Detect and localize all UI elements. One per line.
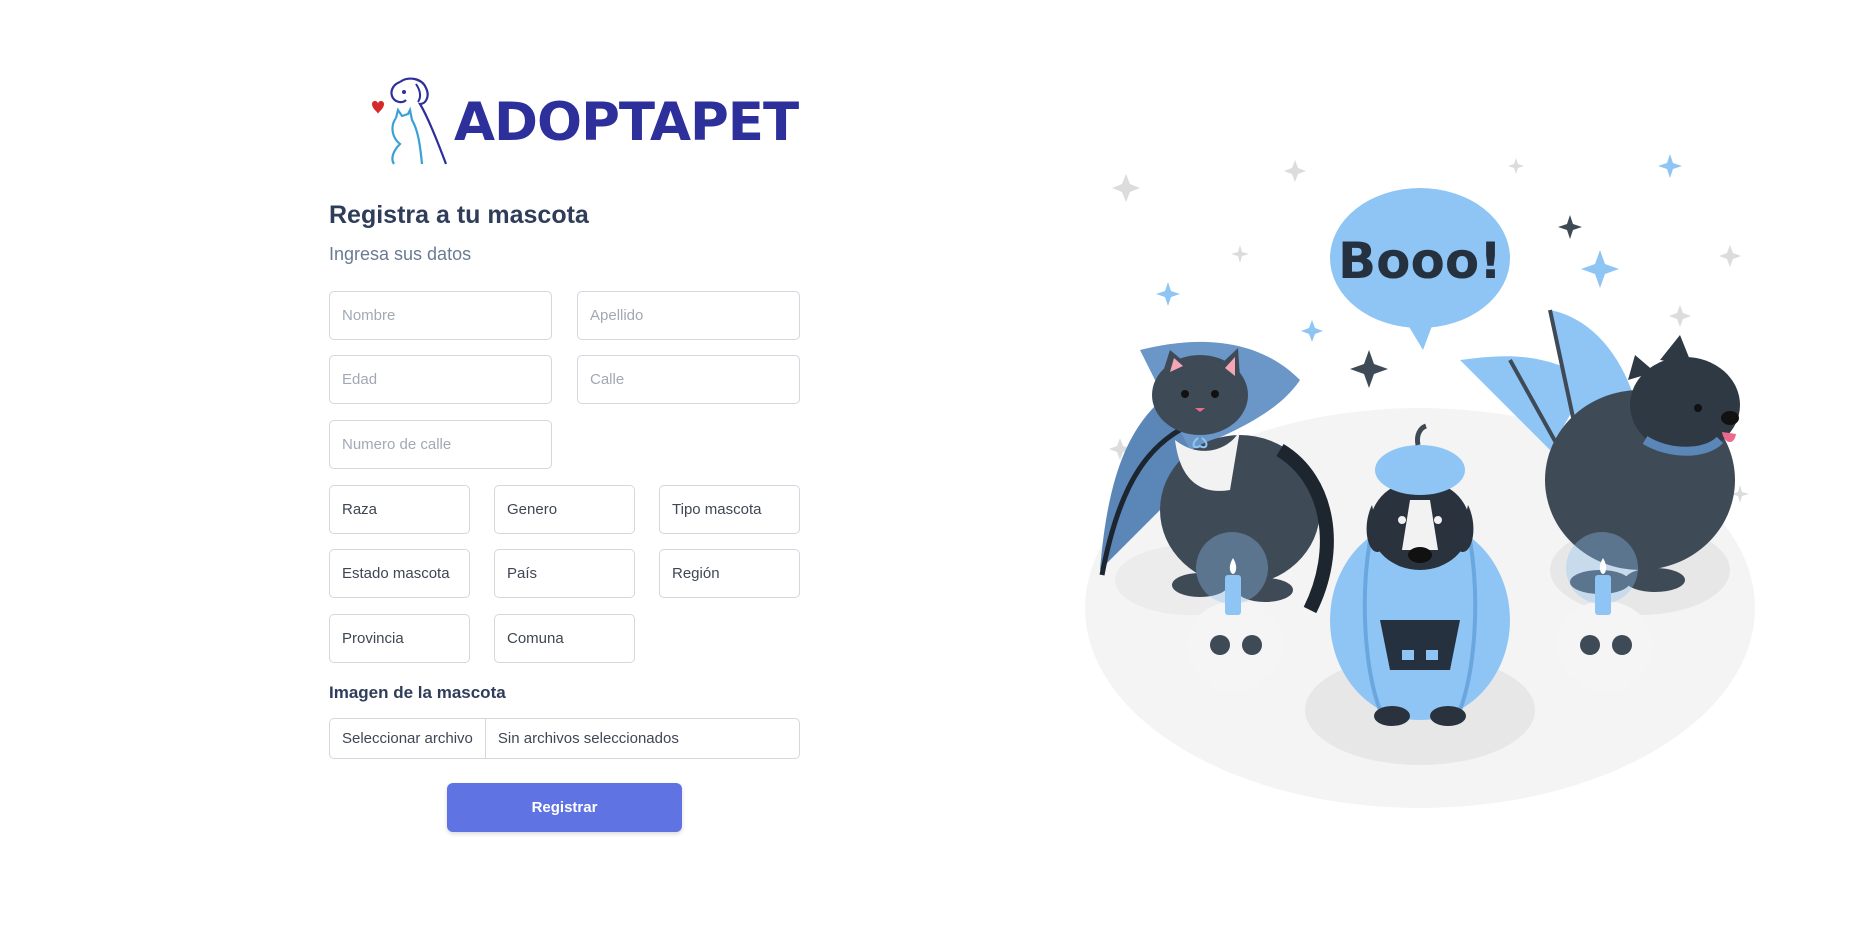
region-select[interactable]: Región xyxy=(659,549,800,598)
select-file-button[interactable]: Seleccionar archivo xyxy=(330,719,486,758)
tipo-mascota-select[interactable]: Tipo mascota xyxy=(659,485,800,534)
estado-mascota-select-value: Estado mascota xyxy=(342,565,450,582)
halloween-pets-illustration: Booo! xyxy=(1085,154,1755,808)
speech-bubble: Booo! xyxy=(1330,188,1510,350)
genero-select[interactable]: Genero xyxy=(494,485,635,534)
pais-select[interactable]: País xyxy=(494,549,635,598)
estado-mascota-select[interactable]: Estado mascota xyxy=(329,549,470,598)
nombre-input[interactable] xyxy=(329,291,552,340)
comuna-select[interactable]: Comuna xyxy=(494,614,635,663)
comuna-select-value: Comuna xyxy=(507,630,564,647)
speech-text: Booo! xyxy=(1338,232,1502,290)
pets-logo-icon xyxy=(372,77,448,165)
image-section-label: Imagen de la mascota xyxy=(329,683,506,702)
pais-select-value: País xyxy=(507,565,538,582)
genero-select-value: Genero xyxy=(507,501,558,518)
register-button[interactable]: Registrar xyxy=(447,783,682,832)
tipo-mascota-select-value: Tipo mascota xyxy=(672,501,762,518)
numero-calle-input[interactable] xyxy=(329,420,552,469)
logo: ADOPTAPET xyxy=(360,74,800,166)
page-subtitle: Ingresa sus datos xyxy=(329,244,472,264)
provincia-select-value: Provincia xyxy=(342,630,404,647)
brand-name: ADOPTAPET xyxy=(454,91,799,153)
page-title: Registra a tu mascota xyxy=(329,201,589,229)
provincia-select[interactable]: Provincia xyxy=(329,614,470,663)
raza-select[interactable]: Raza xyxy=(329,485,470,534)
calle-input[interactable] xyxy=(577,355,800,404)
file-status: Sin archivos seleccionados xyxy=(497,730,679,747)
raza-select-value: Raza xyxy=(342,501,378,518)
edad-input[interactable] xyxy=(329,355,552,404)
apellido-input[interactable] xyxy=(577,291,800,340)
file-input[interactable]: Seleccionar archivo Sin archivos selecci… xyxy=(329,718,800,759)
region-select-value: Región xyxy=(672,565,720,582)
